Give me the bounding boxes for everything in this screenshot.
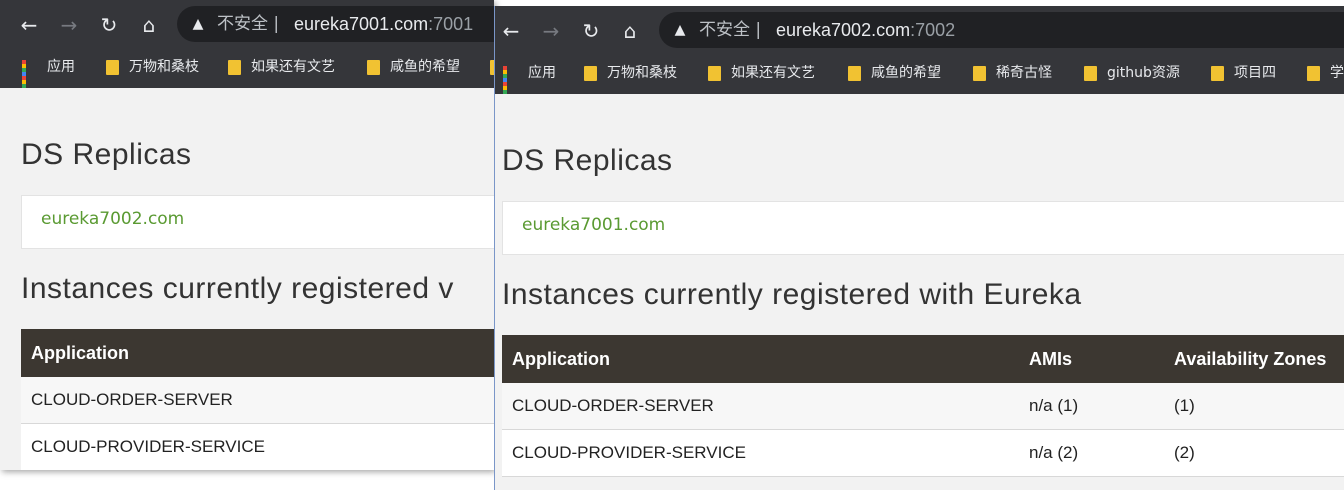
folder-icon — [973, 65, 986, 81]
url-text[interactable]: eureka7002.com:7002 — [776, 18, 955, 42]
back-arrow-icon[interactable]: ← — [16, 12, 42, 38]
bookmark-folder[interactable]: 如果还有文艺 — [228, 56, 335, 78]
apps-grid-icon — [22, 59, 37, 96]
bookmark-label: 应用 — [528, 65, 556, 81]
folder-icon — [584, 65, 597, 81]
bookmark-label: 应用 — [47, 59, 75, 75]
bookmark-folder[interactable]: github资源 — [1084, 62, 1180, 84]
folder-icon — [367, 59, 380, 75]
table-header-row: Application AMIs Availability Zones — [502, 335, 1344, 383]
instances-title: Instances currently registered v — [21, 272, 454, 305]
bookmark-label: 如果还有文艺 — [731, 65, 815, 81]
reload-icon[interactable]: ↻ — [578, 18, 604, 44]
bookmark-folder[interactable]: 万物和桑枝 — [584, 62, 677, 84]
availability-zones-cell: (1) — [1164, 383, 1344, 430]
replicas-panel: eureka7001.com — [502, 201, 1344, 255]
apps-grid-icon — [503, 65, 518, 102]
bookmark-label: 万物和桑枝 — [129, 59, 199, 75]
browser-toolbar: ← → ↻ ⌂ ▲ 不安全 | eureka7001.com:7001 应用 万… — [0, 0, 494, 96]
instances-table: Application AMIs Availability Zones CLOU… — [502, 335, 1344, 477]
warning-icon[interactable]: ▲ — [189, 15, 207, 33]
bookmark-label: 项目四 — [1234, 65, 1276, 81]
folder-icon — [228, 59, 241, 75]
application-cell: CLOUD-PROVIDER-SERVICE — [21, 423, 494, 470]
table-row: CLOUD-ORDER-SERVER — [21, 377, 494, 424]
application-cell: CLOUD-PROVIDER-SERVICE — [502, 429, 1019, 477]
home-icon[interactable]: ⌂ — [136, 12, 162, 38]
bookmark-folder[interactable]: 万物和桑枝 — [106, 56, 199, 78]
bookmark-folder[interactable]: 咸鱼的希望 — [848, 62, 941, 84]
folder-icon — [708, 65, 721, 81]
table-row: CLOUD-PROVIDER-SERVICE n/a (2) (2) — [502, 429, 1344, 477]
bookmark-apps[interactable]: 应用 — [22, 56, 75, 96]
url-text[interactable]: eureka7001.com:7001 — [294, 12, 473, 36]
table-row: CLOUD-ORDER-SERVER n/a (1) (1) — [502, 383, 1344, 430]
application-cell: CLOUD-ORDER-SERVER — [502, 383, 1019, 430]
bookmark-folder[interactable]: 项目四 — [1211, 62, 1276, 84]
replicas-panel: eureka7002.com — [21, 195, 494, 249]
warning-icon[interactable]: ▲ — [671, 21, 689, 39]
home-icon[interactable]: ⌂ — [617, 18, 643, 44]
address-bar[interactable]: ▲ 不安全 | eureka7002.com:7002 — [659, 12, 1344, 48]
bookmarks-bar: 应用 万物和桑枝 如果还有文艺 咸鱼的希望 — [0, 50, 494, 96]
folder-icon — [106, 59, 119, 75]
instances-table: Application CLOUD-ORDER-SERVER CLOUD-PRO… — [21, 329, 494, 470]
replica-link[interactable]: eureka7001.com — [522, 215, 665, 235]
table-row: CLOUD-PROVIDER-SERVICE — [21, 423, 494, 470]
column-header-amis: AMIs — [1019, 335, 1164, 383]
column-header-application: Application — [502, 335, 1019, 383]
bookmark-label: github资源 — [1107, 65, 1180, 81]
bookmark-label: 如果还有文艺 — [251, 59, 335, 75]
url-host: eureka7002.com — [776, 20, 911, 40]
url-host: eureka7001.com — [294, 14, 429, 34]
page-content: DS Replicas eureka7002.com Instances cur… — [0, 88, 494, 470]
bookmark-label: 咸鱼的希望 — [390, 59, 460, 75]
column-header-application: Application — [21, 329, 494, 377]
page-content: DS Replicas eureka7001.com Instances cur… — [495, 94, 1344, 490]
security-label[interactable]: 不安全 | — [699, 19, 761, 41]
reload-icon[interactable]: ↻ — [96, 12, 122, 38]
column-header-availability-zones: Availability Zones — [1164, 335, 1344, 383]
forward-arrow-icon[interactable]: → — [538, 18, 564, 44]
bookmark-folder[interactable]: 学 — [1307, 62, 1344, 84]
bookmark-label: 万物和桑枝 — [607, 65, 677, 81]
url-port: :7002 — [910, 20, 956, 40]
security-label[interactable]: 不安全 | — [217, 13, 279, 35]
bookmark-apps[interactable]: 应用 — [503, 62, 556, 102]
folder-icon — [1084, 65, 1097, 81]
instances-title: Instances currently registered with Eure… — [502, 278, 1082, 311]
bookmark-label: 咸鱼的希望 — [871, 65, 941, 81]
bookmark-label: 学 — [1330, 65, 1344, 81]
bookmark-folder[interactable]: 咸鱼的希望 — [367, 56, 460, 78]
replicas-title: DS Replicas — [21, 138, 192, 171]
replica-link[interactable]: eureka7002.com — [41, 209, 184, 229]
folder-icon — [1211, 65, 1224, 81]
back-arrow-icon[interactable]: ← — [498, 18, 524, 44]
bookmark-label: 稀奇古怪 — [996, 65, 1052, 81]
browser-window-eureka7001[interactable]: ← → ↻ ⌂ ▲ 不安全 | eureka7001.com:7001 应用 万… — [0, 0, 494, 470]
bookmarks-bar: 应用 万物和桑枝 如果还有文艺 咸鱼的希望 稀奇古怪 github资源 项目四 … — [495, 56, 1344, 102]
browser-toolbar: ← → ↻ ⌂ ▲ 不安全 | eureka7002.com:7002 应用 万… — [495, 6, 1344, 102]
amis-cell: n/a (1) — [1019, 383, 1164, 430]
url-port: :7001 — [428, 14, 474, 34]
availability-zones-cell: (2) — [1164, 429, 1344, 477]
bookmark-folder[interactable]: 如果还有文艺 — [708, 62, 815, 84]
folder-icon — [848, 65, 861, 81]
application-cell: CLOUD-ORDER-SERVER — [21, 377, 494, 424]
bookmark-folder[interactable]: 稀奇古怪 — [973, 62, 1052, 84]
amis-cell: n/a (2) — [1019, 429, 1164, 477]
folder-icon — [1307, 65, 1320, 81]
browser-window-eureka7002[interactable]: ← → ↻ ⌂ ▲ 不安全 | eureka7002.com:7002 应用 万… — [494, 6, 1344, 490]
table-header-row: Application — [21, 329, 494, 377]
replicas-title: DS Replicas — [502, 144, 673, 177]
forward-arrow-icon[interactable]: → — [56, 12, 82, 38]
address-bar[interactable]: ▲ 不安全 | eureka7001.com:7001 — [177, 6, 494, 42]
